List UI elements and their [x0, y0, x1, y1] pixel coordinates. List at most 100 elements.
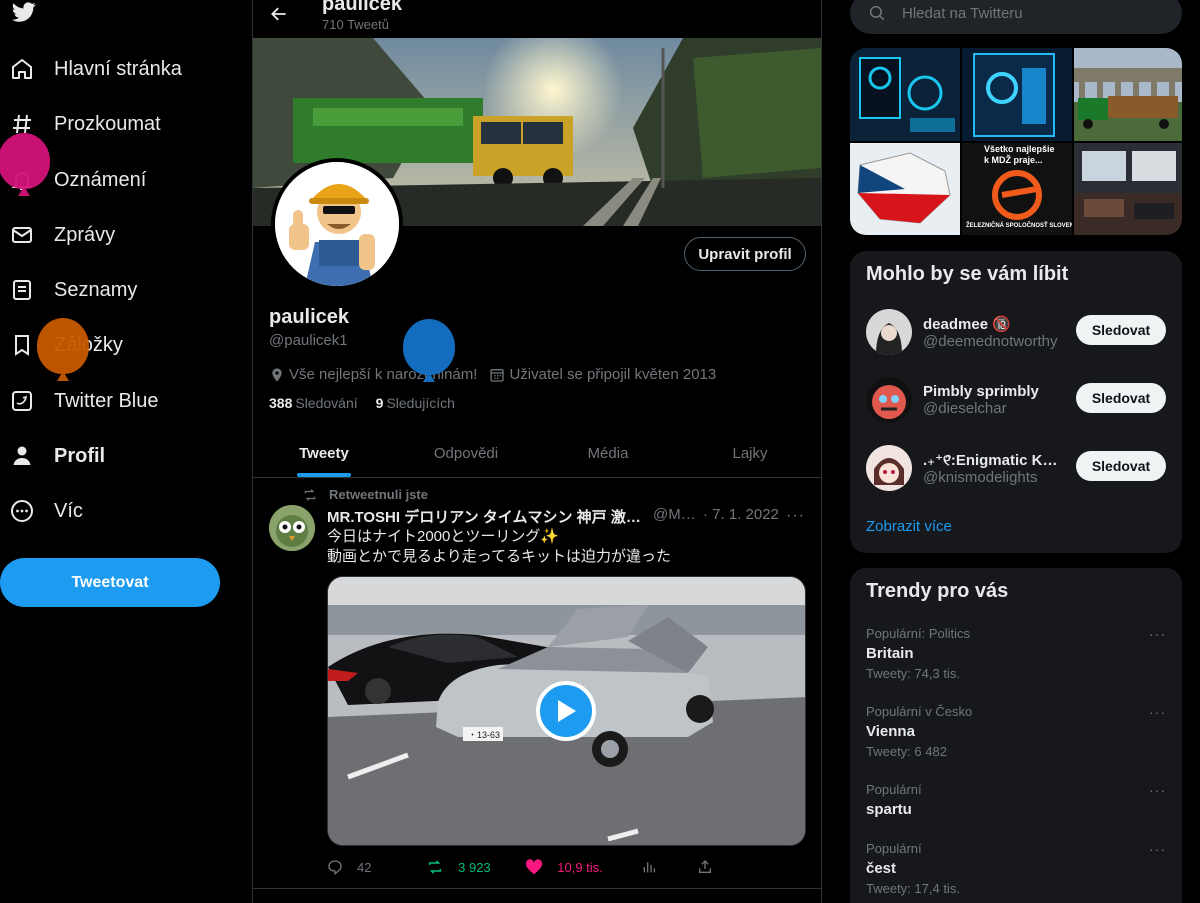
trend-item[interactable]: Populární: Politics Britain Tweety: 74,3…	[866, 626, 1166, 681]
tweet-author-avatar[interactable]	[269, 505, 315, 551]
suggested-user-handle[interactable]: @knismodelights	[923, 469, 1061, 486]
tab-media[interactable]: Média	[537, 429, 679, 477]
nav-item-lists[interactable]: Seznamy	[0, 266, 137, 314]
tweet-actions: 42 3 923 10,9 tis.	[327, 859, 727, 875]
analytics-icon	[643, 862, 656, 873]
license-plate-text: ・13-63	[468, 730, 500, 740]
gallery-image-czech-flag[interactable]	[850, 143, 960, 235]
retweet-label: Retweetnuli jste	[329, 487, 428, 502]
suggested-user-avatar[interactable]	[866, 445, 912, 491]
profile-header-bar: paulicek 710 Tweetů	[253, 0, 821, 38]
trend-item[interactable]: Populární v Česko Vienna Tweety: 6 482 ·…	[866, 704, 1166, 759]
who-to-follow-card: Mohlo by se vám líbit deadmee 🔞 @deemedn…	[850, 251, 1182, 553]
trend-context: Populární: Politics	[866, 626, 971, 641]
gallery-caption: ŽELEZNIČNÁ SPOLOČNOSŤ SLOVENSKO	[966, 221, 1072, 229]
list-icon	[10, 278, 34, 302]
nav-label-profile: Profil	[54, 444, 106, 467]
tweet-more-icon[interactable]: ···	[786, 507, 805, 525]
tweet-text-line: 今日はナイト2000とツーリング✨	[327, 528, 560, 545]
tweet-text: 今日はナイト2000とツーリング✨ 動画とかで見るより走ってるキットは迫力が違っ…	[327, 527, 671, 567]
trend-name: spartu	[866, 801, 912, 818]
nav-label-notifications: Oznámení	[54, 168, 147, 191]
search-input[interactable]	[902, 4, 1142, 22]
gallery-image-desk-setup[interactable]	[1074, 143, 1182, 235]
balloon-orange	[37, 318, 89, 381]
gallery-image-truck-bridge[interactable]	[1074, 48, 1182, 141]
suggested-user-name[interactable]: deadmee 🔞	[923, 315, 1061, 333]
suggested-user-handle[interactable]: @deemednotworthy	[923, 333, 1061, 350]
profile-media-gallery: Všetko najlepšie k MDŽ praje... ŽELEZNIČNÁ…	[850, 48, 1182, 235]
nav-item-more[interactable]: Víc	[0, 487, 83, 535]
suggested-user-handle[interactable]: @dieselchar	[923, 400, 1061, 417]
trend-item[interactable]: Populární spartu ···	[866, 782, 1166, 818]
tweet-date[interactable]: · 7. 1. 2022	[703, 506, 779, 527]
profile-handle: @paulicek1	[269, 332, 348, 349]
trend-context: Populární	[866, 782, 922, 797]
nav-label-messages: Zprávy	[54, 223, 116, 246]
suggested-user-name[interactable]: Pimbly sprimbly	[923, 383, 1061, 400]
follow-button[interactable]: Sledovat	[1076, 383, 1166, 413]
location-pin-icon	[272, 367, 282, 382]
search-box[interactable]	[850, 0, 1182, 34]
suggested-user-name[interactable]: .₊⁺୧̑:Enigmatic K…	[923, 451, 1061, 469]
follow-button[interactable]: Sledovat	[1076, 451, 1166, 481]
retweet-count: 3 923	[458, 859, 491, 875]
tweet-author-handle[interactable]: @Mr_…	[653, 506, 699, 527]
gallery-image-pc-build[interactable]	[850, 48, 960, 141]
suggested-user[interactable]: deadmee 🔞 @deemednotworthy Sledovat	[866, 308, 1166, 356]
tweet-button[interactable]: Tweetovat	[0, 558, 220, 607]
nav-item-profile[interactable]: Profil	[0, 432, 105, 480]
trend-more-icon[interactable]: ···	[1149, 704, 1166, 720]
bookmark-icon	[10, 333, 34, 357]
gallery-image-zssk-logo[interactable]: Všetko najlepšie k MDŽ praje... ŽELEZNIČNÁ…	[962, 143, 1072, 235]
tab-replies[interactable]: Odpovědi	[395, 429, 537, 477]
nav-item-home[interactable]: Hlavní stránka	[0, 45, 182, 93]
like-button[interactable]: 10,9 tis.	[525, 859, 641, 875]
nav-item-messages[interactable]: Zprávy	[0, 211, 115, 259]
reply-count: 42	[357, 859, 372, 875]
profile-avatar[interactable]	[271, 158, 403, 290]
followers-link[interactable]: 9 Sledujících	[376, 395, 455, 411]
tab-tweets[interactable]: Tweety	[253, 429, 395, 477]
share-button[interactable]	[697, 859, 727, 875]
trend-count: Tweety: 6 482	[866, 744, 947, 759]
play-button-icon[interactable]	[536, 681, 596, 741]
balloon-blue	[403, 319, 455, 382]
gallery-image-pc-case[interactable]	[962, 48, 1072, 141]
retweet-icon	[304, 488, 316, 501]
show-more-link[interactable]: Zobrazit více	[866, 518, 952, 535]
suggested-user-avatar[interactable]	[866, 377, 912, 423]
tweet-card[interactable]: Retweetnuli jste MR.TOSHI デロリアン タイムマシン 神…	[253, 479, 821, 889]
twitter-logo-icon[interactable]	[10, 0, 40, 26]
tab-likes[interactable]: Lajky	[679, 429, 821, 477]
trend-item[interactable]: Populární čest Tweety: 17,4 tis. ···	[866, 841, 1166, 896]
trend-count: Tweety: 17,4 tis.	[866, 881, 960, 896]
gallery-caption: k MDŽ praje...	[984, 154, 1043, 165]
edit-profile-button[interactable]: Upravit profil	[684, 237, 806, 271]
analytics-button[interactable]	[641, 859, 697, 875]
following-link[interactable]: 388 Sledování	[269, 395, 358, 411]
profile-name: paulicek	[269, 306, 350, 328]
retweet-button[interactable]: 3 923	[426, 859, 525, 875]
nav-item-twitter-blue[interactable]: Twitter Blue	[0, 377, 158, 425]
suggested-user-avatar[interactable]	[866, 309, 912, 355]
header-profile-name: paulicek	[322, 0, 403, 15]
right-sidebar: Všetko najlepšiek MDŽ praje... ŽELEZNIČNÁ…	[850, 0, 1182, 903]
tweet-video[interactable]: ・13-63	[327, 576, 806, 846]
follow-button[interactable]: Sledovat	[1076, 315, 1166, 345]
balloon-pink	[0, 133, 50, 196]
tweet-author-name[interactable]: MR.TOSHI デロリアン タイムマシン 神戸 激レア…	[327, 506, 647, 527]
tweet-header: MR.TOSHI デロリアン タイムマシン 神戸 激レア… @Mr_… · 7.…	[327, 506, 807, 527]
trend-more-icon[interactable]: ···	[1149, 782, 1166, 798]
reply-button[interactable]: 42	[327, 859, 426, 875]
suggested-user[interactable]: .₊⁺୧̑:Enigmatic K… @knismodelights Sledo…	[866, 444, 1166, 492]
trend-more-icon[interactable]: ···	[1149, 626, 1166, 642]
back-arrow-icon[interactable]	[269, 4, 289, 24]
trends-title: Trendy pro vás	[866, 580, 1009, 602]
header-tweet-count: 710 Tweetů	[322, 17, 389, 32]
trend-count: Tweety: 74,3 tis.	[866, 666, 960, 681]
profile-joined: Uživatel se připojil květen 2013	[489, 366, 716, 383]
suggested-user[interactable]: Pimbly sprimbly @dieselchar Sledovat	[866, 376, 1166, 424]
trend-more-icon[interactable]: ···	[1149, 841, 1166, 857]
trend-context: Populární	[866, 841, 922, 856]
